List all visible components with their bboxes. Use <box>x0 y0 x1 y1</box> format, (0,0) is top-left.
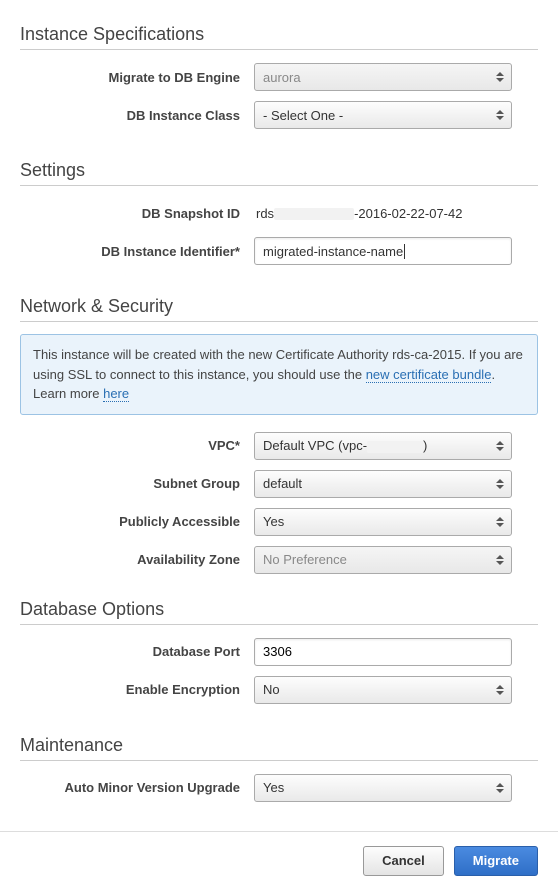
divider <box>20 760 538 761</box>
label-enable-encryption: Enable Encryption <box>20 682 254 697</box>
label-snapshot-id: DB Snapshot ID <box>20 206 254 221</box>
select-enable-encryption-value: No <box>263 682 280 697</box>
updown-icon <box>491 435 509 457</box>
section-title-db-options: Database Options <box>20 599 538 620</box>
section-title-instance-specs: Instance Specifications <box>20 24 538 45</box>
select-publicly-accessible-value: Yes <box>263 514 284 529</box>
vpc-prefix: Default VPC (vpc- <box>263 438 367 453</box>
label-auto-minor-upgrade: Auto Minor Version Upgrade <box>20 780 254 795</box>
value-snapshot-id: rds -2016-02-22-07-42 <box>254 206 462 221</box>
cancel-button[interactable]: Cancel <box>363 846 444 876</box>
info-box-certificate: This instance will be created with the n… <box>20 334 538 415</box>
select-subnet-group-value: default <box>263 476 302 491</box>
select-publicly-accessible[interactable]: Yes <box>254 508 512 536</box>
label-instance-identifier: DB Instance Identifier* <box>20 244 254 259</box>
select-availability-zone-value: No Preference <box>263 552 347 567</box>
updown-icon <box>491 777 509 799</box>
section-title-network: Network & Security <box>20 296 538 317</box>
updown-icon <box>491 473 509 495</box>
label-instance-class: DB Instance Class <box>20 108 254 123</box>
divider <box>20 624 538 625</box>
select-db-engine[interactable]: aurora <box>254 63 512 91</box>
divider <box>20 321 538 322</box>
input-instance-identifier[interactable]: migrated-instance-name <box>254 237 512 265</box>
select-db-engine-value: aurora <box>263 70 301 85</box>
snapshot-suffix: -2016-02-22-07-42 <box>354 206 462 221</box>
redacted-text <box>367 441 423 453</box>
label-vpc: VPC* <box>20 438 254 453</box>
label-availability-zone: Availability Zone <box>20 552 254 567</box>
label-db-engine: Migrate to DB Engine <box>20 70 254 85</box>
select-auto-minor-upgrade-value: Yes <box>263 780 284 795</box>
select-enable-encryption[interactable]: No <box>254 676 512 704</box>
select-instance-class[interactable]: - Select One - <box>254 101 512 129</box>
updown-icon <box>491 104 509 126</box>
updown-icon <box>491 66 509 88</box>
select-subnet-group[interactable]: default <box>254 470 512 498</box>
label-subnet-group: Subnet Group <box>20 476 254 491</box>
label-database-port: Database Port <box>20 644 254 659</box>
snapshot-prefix: rds <box>256 206 274 221</box>
link-learn-more[interactable]: here <box>103 386 129 402</box>
updown-icon <box>491 511 509 533</box>
updown-icon <box>491 679 509 701</box>
select-vpc-value: Default VPC (vpc-) <box>263 438 427 453</box>
section-title-maintenance: Maintenance <box>20 735 538 756</box>
input-instance-identifier-value: migrated-instance-name <box>263 244 403 259</box>
select-auto-minor-upgrade[interactable]: Yes <box>254 774 512 802</box>
input-database-port[interactable] <box>254 638 512 666</box>
label-publicly-accessible: Publicly Accessible <box>20 514 254 529</box>
updown-icon <box>491 549 509 571</box>
migrate-button[interactable]: Migrate <box>454 846 538 876</box>
section-title-settings: Settings <box>20 160 538 181</box>
vpc-suffix: ) <box>423 438 427 453</box>
select-availability-zone[interactable]: No Preference <box>254 546 512 574</box>
select-instance-class-value: - Select One - <box>263 108 343 123</box>
divider <box>20 185 538 186</box>
text-cursor <box>404 244 405 259</box>
select-vpc[interactable]: Default VPC (vpc-) <box>254 432 512 460</box>
link-certificate-bundle[interactable]: new certificate bundle <box>366 367 492 383</box>
footer: Cancel Migrate <box>0 831 558 894</box>
divider <box>20 49 538 50</box>
redacted-text <box>274 208 354 220</box>
